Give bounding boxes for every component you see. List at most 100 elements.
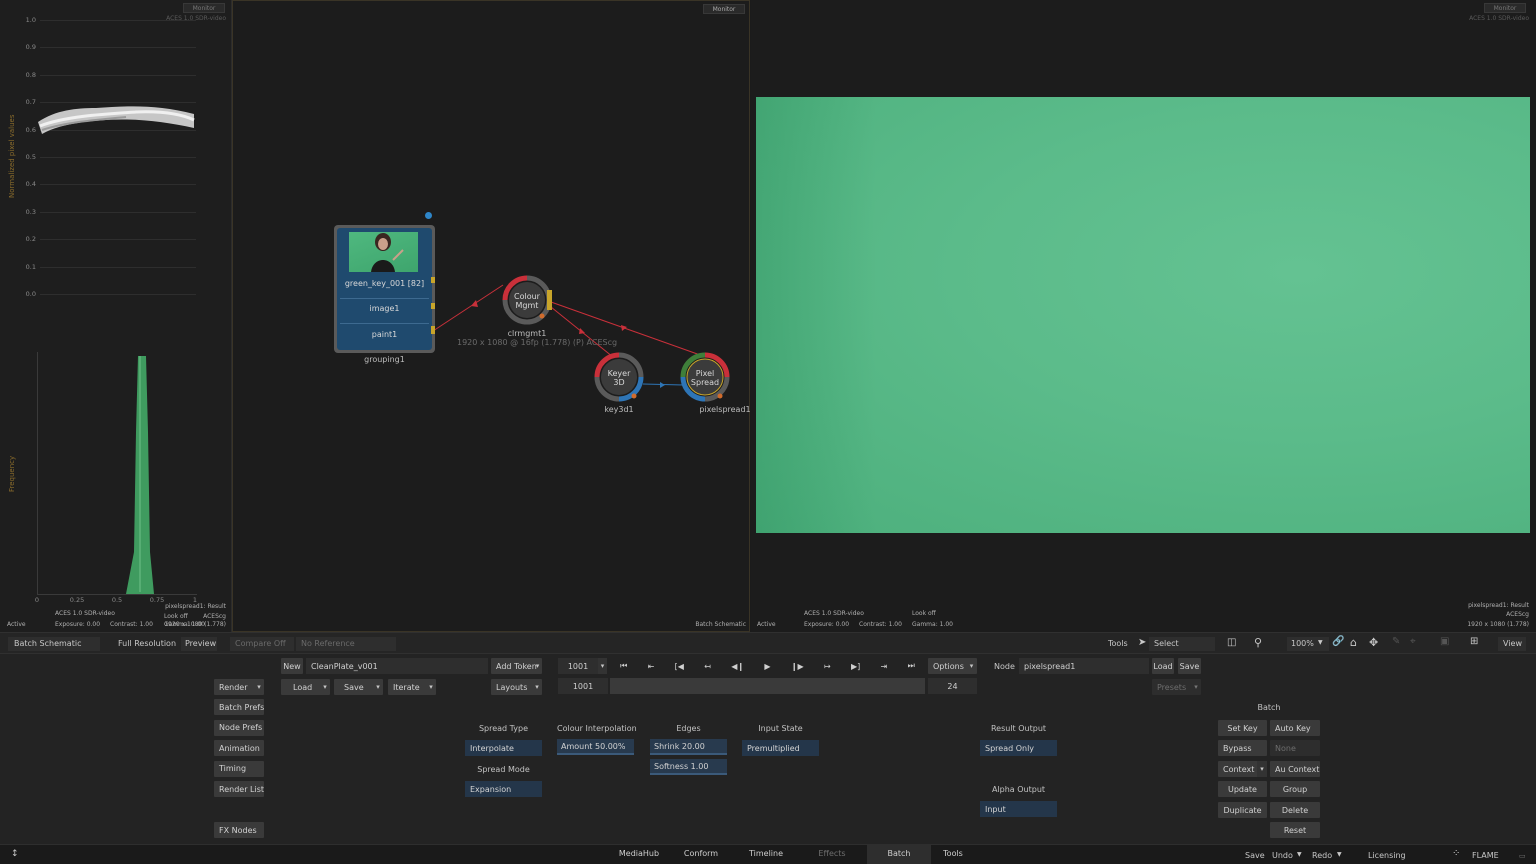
- alpha-output-select[interactable]: Input: [980, 801, 1057, 817]
- collapse-icon[interactable]: ↕: [11, 849, 19, 859]
- scope-exposure-text: Exposure: 0.00: [55, 621, 101, 628]
- tab-conform[interactable]: Conform: [680, 845, 722, 864]
- waveform-gridline: [40, 184, 196, 186]
- pixel-spread-node[interactable]: Pixel Spread: [679, 351, 731, 405]
- set-key-button[interactable]: Set Key: [1218, 720, 1267, 736]
- auto-key-button[interactable]: Auto Key: [1270, 720, 1320, 736]
- colour-mgmt-node[interactable]: Colour Mgmt: [501, 274, 553, 328]
- node-name-field[interactable]: pixelspread1: [1019, 658, 1149, 674]
- iterate-chevron-icon[interactable]: ▾: [426, 679, 436, 695]
- options-chevron-icon[interactable]: ▾: [967, 658, 976, 674]
- context-chevron-icon[interactable]: ▾: [1257, 761, 1267, 777]
- play-icon[interactable]: ▶: [764, 662, 770, 671]
- group-node[interactable]: green_key_001 [82] image1 paint1: [334, 225, 435, 353]
- new-setup-button[interactable]: New: [281, 658, 303, 674]
- timebar[interactable]: [610, 678, 925, 694]
- spread-type-select[interactable]: Interpolate: [465, 740, 542, 756]
- pan-icon[interactable]: ✥: [1369, 636, 1378, 649]
- node-save-button[interactable]: Save: [1178, 658, 1201, 674]
- histogram-tick-label: 0.5: [111, 596, 123, 604]
- shrink-slider[interactable]: Shrink 20.00: [650, 739, 727, 755]
- waveform-tick-label: 0.2: [25, 235, 36, 244]
- input-state-select[interactable]: Premultiplied: [742, 740, 819, 756]
- home-icon[interactable]: ⌂: [1350, 636, 1357, 649]
- duplicate-button[interactable]: Duplicate: [1218, 802, 1267, 818]
- tab-batch[interactable]: Batch: [867, 845, 931, 864]
- keyer-title-2: 3D: [613, 378, 625, 387]
- node-load-button[interactable]: Load: [1152, 658, 1174, 674]
- window-icon[interactable]: ▭: [1519, 852, 1526, 860]
- result-output-select[interactable]: Spread Only: [980, 740, 1057, 756]
- save-chevron-icon[interactable]: ▾: [373, 679, 383, 695]
- spread-mode-select[interactable]: Expansion: [465, 781, 542, 797]
- group-button[interactable]: Group: [1270, 781, 1320, 797]
- reference-label: No Reference: [301, 639, 355, 648]
- viewer-monitor-button[interactable]: Monitor: [1484, 3, 1526, 13]
- next-mark-icon[interactable]: ↦: [824, 662, 831, 671]
- goto-end-icon[interactable]: ⏭: [908, 661, 915, 671]
- add-token-chevron-icon[interactable]: ▾: [533, 658, 542, 674]
- alpha-output-header: Alpha Output: [991, 785, 1046, 794]
- render-chevron-icon[interactable]: ▾: [254, 679, 264, 695]
- redo-chevron-icon[interactable]: ▼: [1337, 851, 1342, 858]
- waveform-gridline: [40, 47, 196, 49]
- save-button[interactable]: Save: [1245, 851, 1265, 860]
- left-menu-item[interactable]: Animation: [214, 740, 264, 756]
- update-button[interactable]: Update: [1218, 781, 1267, 797]
- out-point-icon[interactable]: ▶]: [851, 662, 860, 671]
- overlay-icon[interactable]: ▣: [1440, 636, 1449, 647]
- left-menu-item[interactable]: Timing: [214, 760, 264, 777]
- tab-tools[interactable]: Tools: [932, 845, 974, 864]
- redo-button[interactable]: Redo: [1312, 851, 1332, 860]
- au-context-button[interactable]: Au Context: [1270, 761, 1320, 777]
- goto-start-icon[interactable]: ⏮: [620, 661, 627, 671]
- reset-button[interactable]: Reset: [1270, 822, 1320, 838]
- left-menu-item[interactable]: Render List: [214, 781, 264, 797]
- batch-schematic-view[interactable]: Monitor green_key_001 [82] image1 paint1…: [232, 0, 751, 632]
- fx-nodes-button[interactable]: FX Nodes: [214, 822, 264, 838]
- step-forward-icon[interactable]: ❙▶: [791, 662, 804, 671]
- zoom-chevron-icon[interactable]: ▼: [1318, 639, 1323, 646]
- range-end-field[interactable]: 24: [928, 678, 977, 694]
- picker-icon[interactable]: ✎: [1392, 636, 1400, 647]
- layouts-chevron-icon[interactable]: ▾: [532, 679, 542, 695]
- split-view-icon[interactable]: ◫: [1227, 637, 1236, 648]
- left-menu-item[interactable]: Node Prefs: [214, 719, 264, 736]
- next-key-icon[interactable]: ⇥: [881, 662, 888, 671]
- bypass-value-field[interactable]: None: [1270, 740, 1320, 756]
- tab-mediahub[interactable]: MediaHub: [618, 845, 660, 864]
- grid-icon[interactable]: ⌖: [1410, 636, 1416, 647]
- scope-state-text: Active: [7, 621, 26, 628]
- link-icon[interactable]: 🔗: [1332, 636, 1344, 647]
- result-output-header: Result Output: [990, 724, 1047, 733]
- amount-slider[interactable]: Amount 50.00%: [557, 739, 634, 755]
- add-view-icon[interactable]: ⊞: [1470, 636, 1478, 647]
- waveform-tick-label: 0.8: [25, 70, 36, 79]
- in-point-icon[interactable]: [◀: [675, 662, 684, 671]
- scope-contrast-text: Contrast: 1.00: [110, 621, 153, 628]
- range-start-field[interactable]: 1001: [558, 678, 608, 694]
- waveform-tick-label: 0.0: [25, 290, 36, 298]
- prev-mark-icon[interactable]: ↤: [704, 662, 711, 671]
- frame-chevron-icon[interactable]: ▾: [598, 658, 607, 674]
- step-back-icon[interactable]: ◀❙: [731, 662, 744, 671]
- softness-slider[interactable]: Softness 1.00: [650, 759, 727, 775]
- current-frame-field[interactable]: 1001: [558, 658, 598, 674]
- cursor-icon[interactable]: ➤: [1138, 637, 1146, 648]
- zoom-icon[interactable]: ⚲: [1254, 636, 1262, 649]
- left-menu-item[interactable]: Batch Prefs: [214, 699, 264, 715]
- scope-monitor-button[interactable]: Monitor: [183, 3, 225, 13]
- prev-key-icon[interactable]: ⇤: [648, 662, 655, 671]
- delete-button[interactable]: Delete: [1270, 802, 1320, 818]
- licensing-button[interactable]: Licensing: [1368, 851, 1406, 860]
- load-chevron-icon[interactable]: ▾: [320, 679, 330, 695]
- bypass-button[interactable]: Bypass: [1218, 740, 1267, 756]
- tab-timeline[interactable]: Timeline: [745, 845, 787, 864]
- keyer-3d-node[interactable]: Keyer 3D: [593, 351, 645, 405]
- tab-effects[interactable]: Effects: [811, 845, 853, 864]
- setup-name-field[interactable]: CleanPlate_v001: [306, 658, 488, 674]
- presets-chevron-icon[interactable]: ▾: [1191, 679, 1201, 695]
- undo-button[interactable]: Undo: [1272, 851, 1293, 860]
- resolution-toggle[interactable]: Full Resolution: [118, 639, 176, 648]
- undo-chevron-icon[interactable]: ▼: [1297, 851, 1302, 858]
